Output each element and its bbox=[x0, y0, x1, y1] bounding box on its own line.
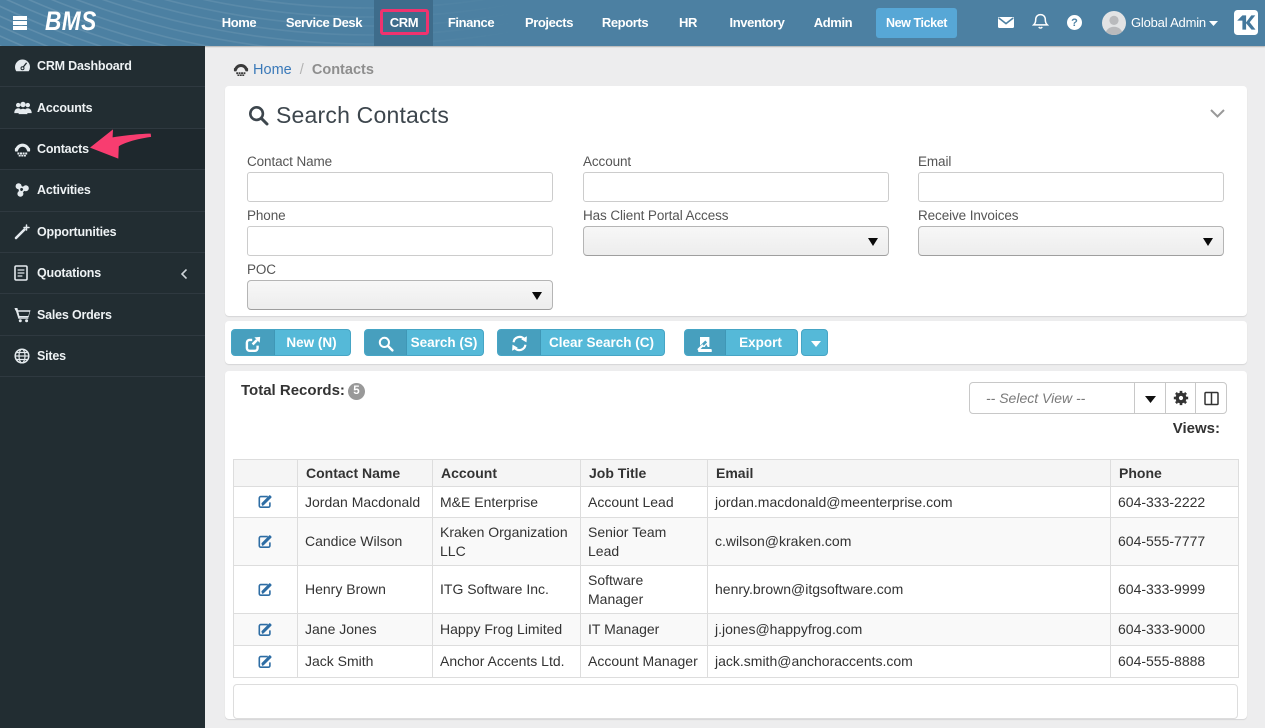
svg-text:?: ? bbox=[1071, 17, 1078, 29]
